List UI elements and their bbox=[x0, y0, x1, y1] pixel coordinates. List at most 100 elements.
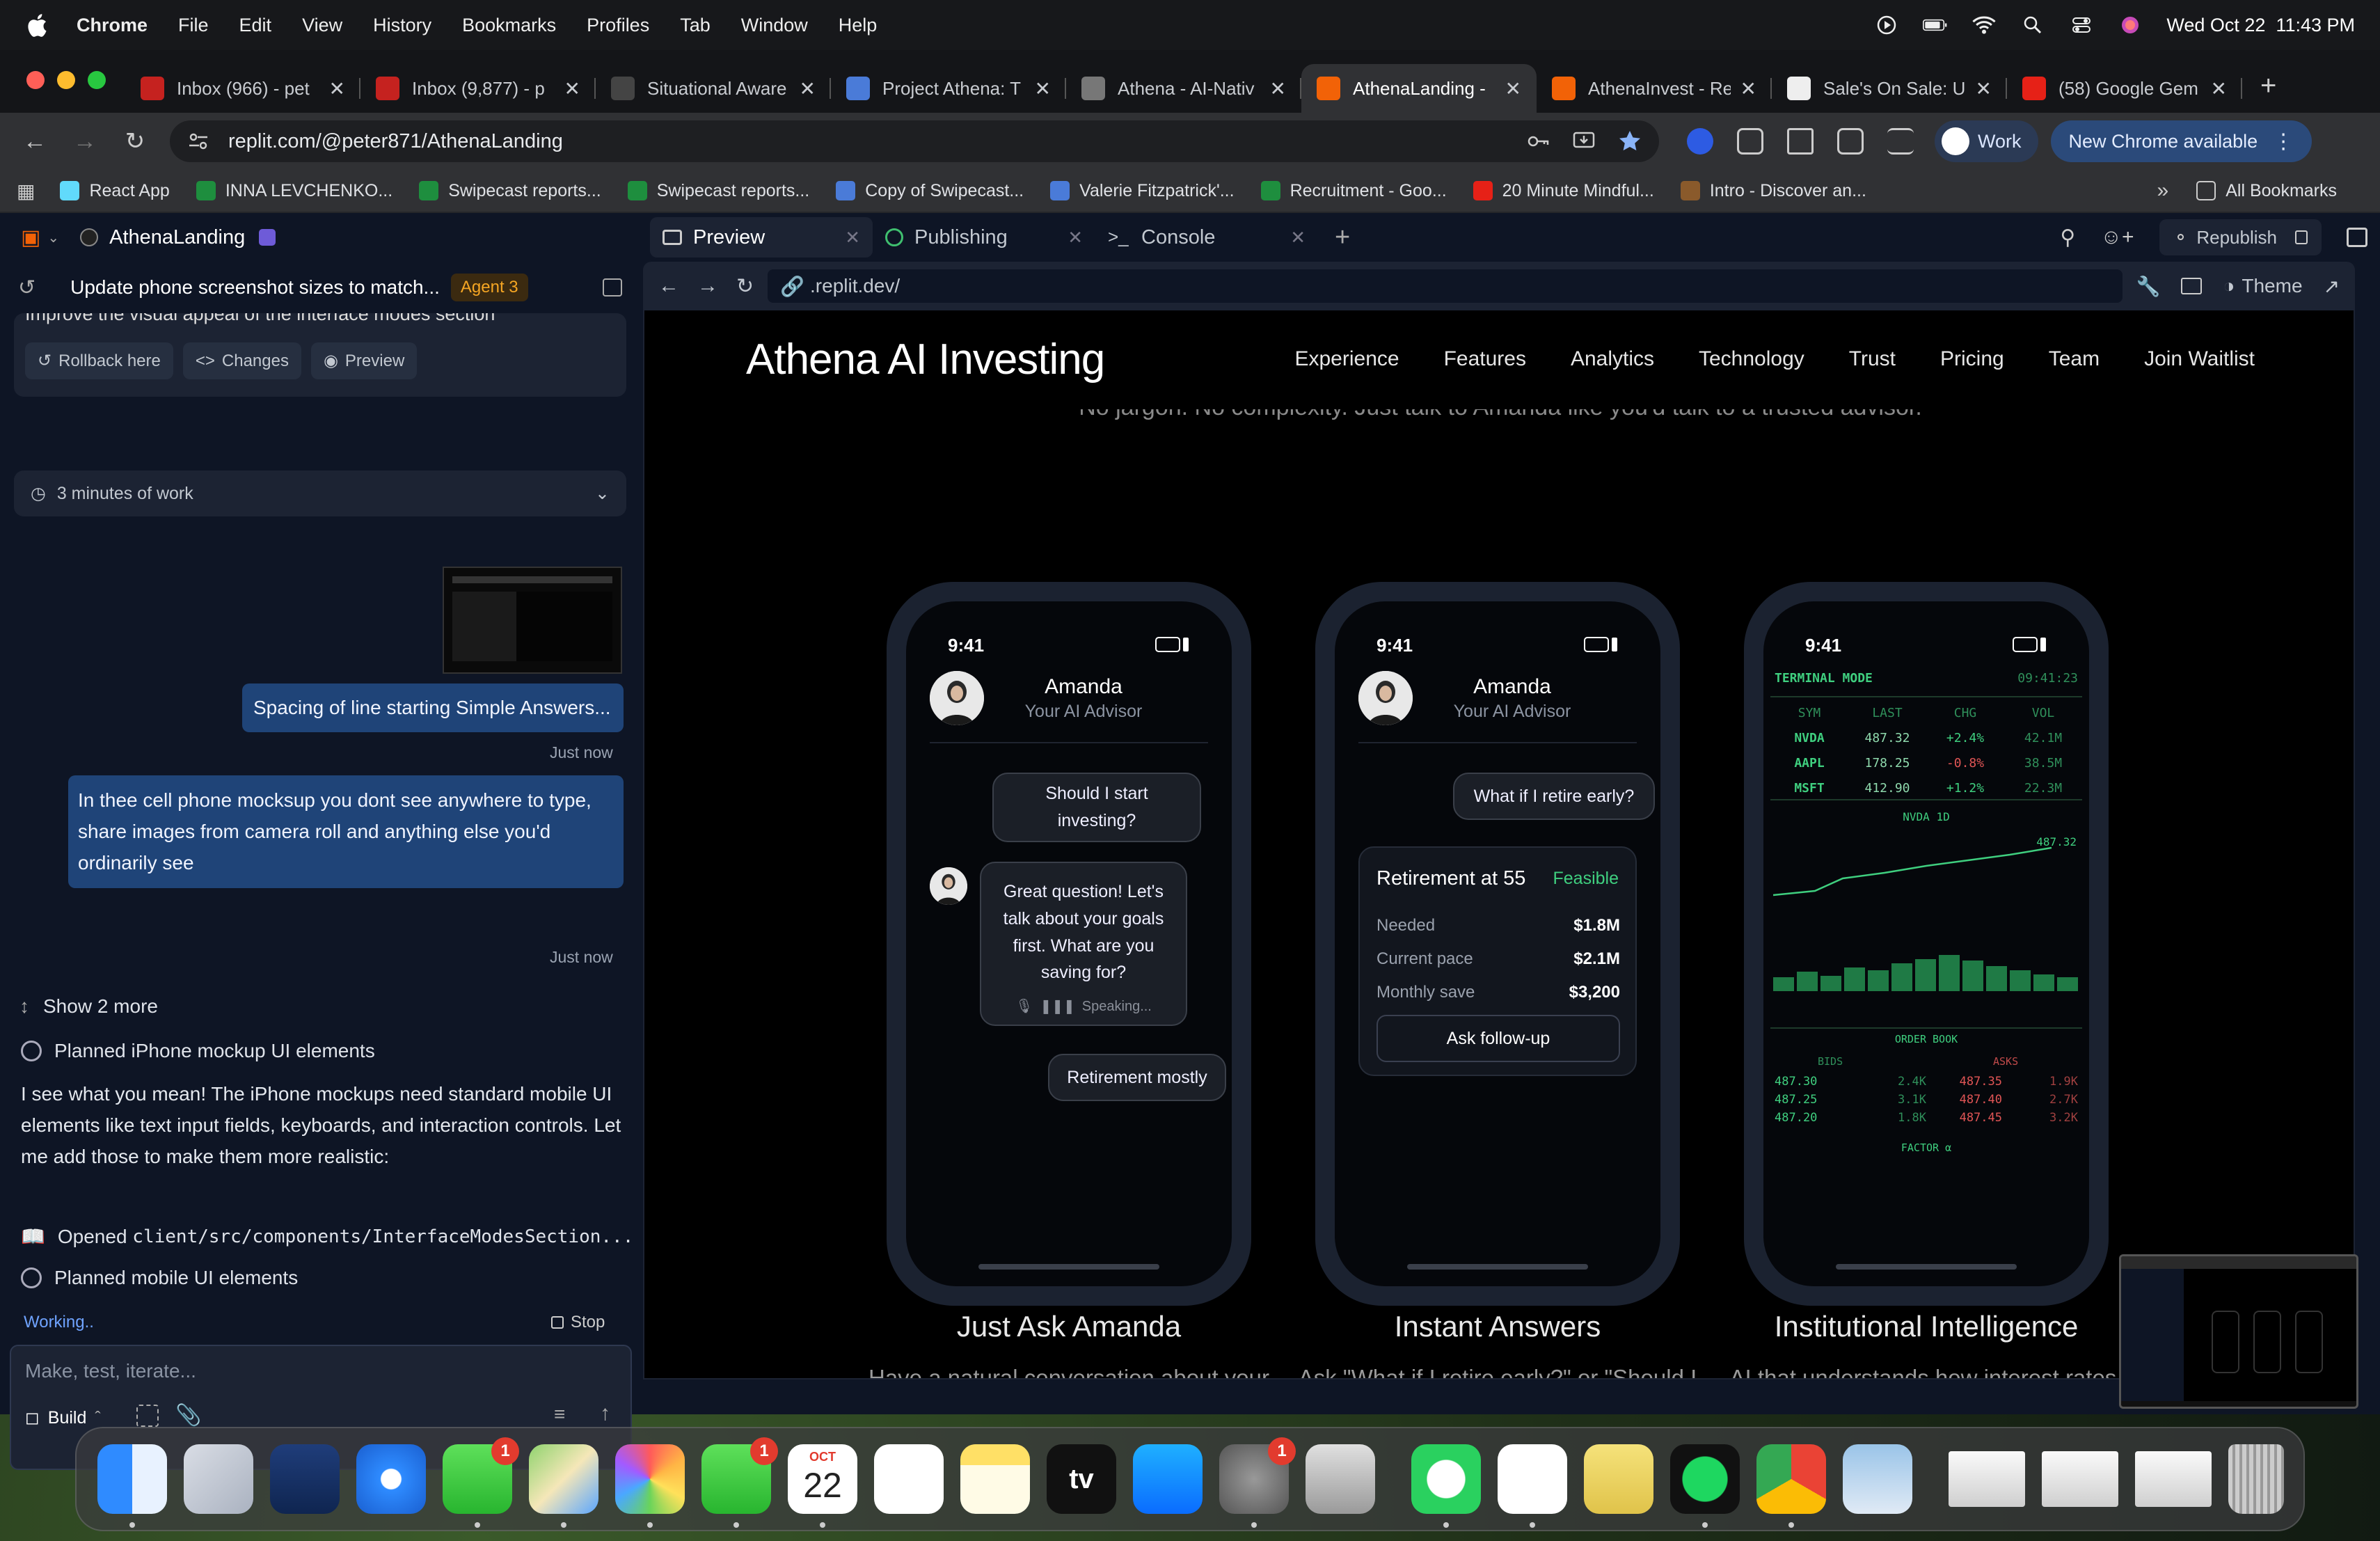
changes-button[interactable]: <> Changes bbox=[182, 342, 301, 379]
tab-preview[interactable]: Preview ✕ bbox=[650, 217, 873, 258]
browser-tab[interactable]: Situational Aware ✕ bbox=[596, 64, 831, 113]
settings-sliders-icon[interactable]: ≡ bbox=[554, 1403, 565, 1425]
browser-tab[interactable]: AthenaLanding - ✕ bbox=[1301, 64, 1537, 113]
install-app-icon[interactable] bbox=[1571, 129, 1596, 154]
browser-tab[interactable]: Athena - AI-Nativ ✕ bbox=[1066, 64, 1301, 113]
apple-logo-icon[interactable] bbox=[25, 12, 49, 38]
attach-paperclip-icon[interactable]: 📎 bbox=[175, 1403, 201, 1428]
menu-tab[interactable]: Tab bbox=[680, 15, 711, 36]
dock-reminders-icon[interactable] bbox=[874, 1444, 944, 1514]
tab-publishing[interactable]: Publishing ✕ bbox=[873, 217, 1095, 258]
preview-back-icon[interactable]: ← bbox=[658, 274, 679, 298]
chevron-down-icon[interactable]: ⌄ bbox=[47, 229, 59, 246]
dock-trash-icon[interactable] bbox=[2228, 1444, 2284, 1514]
dock-spotify-icon[interactable] bbox=[1670, 1444, 1740, 1528]
chrome-update-button[interactable]: New Chrome available ⋮ bbox=[2050, 120, 2312, 162]
chat-input-placeholder[interactable]: Make, test, iterate... bbox=[25, 1360, 196, 1382]
preview-reload-icon[interactable]: ↻ bbox=[736, 274, 754, 299]
dock-finder-icon[interactable] bbox=[97, 1444, 167, 1528]
rollback-button[interactable]: ↺ Rollback here bbox=[25, 342, 173, 379]
dock-maps-icon[interactable] bbox=[529, 1444, 598, 1528]
new-chat-icon[interactable] bbox=[603, 278, 622, 297]
bookmark-item[interactable]: Valerie Fitzpatrick'... bbox=[1050, 181, 1235, 201]
replit-logo-icon[interactable]: ▣ bbox=[21, 226, 40, 250]
preview-forward-icon[interactable]: → bbox=[697, 274, 718, 298]
open-new-window-icon[interactable]: ↗ bbox=[2324, 275, 2340, 298]
dock-window-minimized-icon[interactable] bbox=[2042, 1451, 2118, 1507]
bookmark-item[interactable]: Copy of Swipecast... bbox=[836, 181, 1024, 201]
dock-stickies-icon[interactable] bbox=[1584, 1444, 1653, 1514]
play-circle-icon[interactable] bbox=[1874, 15, 1899, 35]
close-tab-icon[interactable]: ✕ bbox=[1035, 77, 1051, 100]
profile-button[interactable]: Work bbox=[1935, 120, 2038, 162]
nav-link-features[interactable]: Features bbox=[1444, 347, 1526, 371]
address-bar[interactable]: replit.com/@peter871/AthenaLanding bbox=[170, 120, 1659, 162]
stop-button[interactable]: Stop bbox=[551, 1313, 605, 1332]
menu-history[interactable]: History bbox=[373, 15, 431, 36]
nav-link-trust[interactable]: Trust bbox=[1849, 347, 1896, 371]
media-controls-icon[interactable] bbox=[1887, 128, 1914, 155]
wifi-icon[interactable] bbox=[1972, 15, 1997, 35]
menu-app-name[interactable]: Chrome bbox=[77, 15, 148, 36]
close-tab-icon[interactable]: ✕ bbox=[1740, 77, 1756, 100]
preview-url-field[interactable]: 🔗 .replit.dev/ bbox=[768, 269, 2123, 303]
menubar-clock[interactable]: Wed Oct 22 11:43 PM bbox=[2166, 15, 2355, 36]
close-tab-icon[interactable]: ✕ bbox=[564, 77, 580, 100]
dock-notes-icon[interactable] bbox=[960, 1444, 1030, 1514]
dock-safari-icon[interactable] bbox=[356, 1444, 426, 1514]
devtools-wrench-icon[interactable]: 🔧 bbox=[2136, 275, 2161, 298]
close-window-button[interactable] bbox=[26, 71, 45, 89]
nav-link-experience[interactable]: Experience bbox=[1294, 347, 1399, 371]
dock-window-minimized-2-icon[interactable] bbox=[2135, 1451, 2212, 1507]
bookmark-item[interactable]: Intro - Discover an... bbox=[1680, 181, 1866, 201]
all-bookmarks-button[interactable]: All Bookmarks bbox=[2196, 181, 2337, 201]
address-text[interactable]: replit.com/@peter871/AthenaLanding bbox=[228, 130, 563, 153]
work-duration-row[interactable]: ◷ 3 minutes of work ⌄ bbox=[14, 471, 626, 516]
close-tab-icon[interactable]: ✕ bbox=[1290, 227, 1306, 248]
menu-profiles[interactable]: Profiles bbox=[587, 15, 649, 36]
dock-whatsapp-icon[interactable] bbox=[1411, 1444, 1481, 1528]
bookmark-item[interactable]: INNA LEVCHENKO... bbox=[196, 181, 392, 201]
close-tab-icon[interactable]: ✕ bbox=[329, 77, 345, 100]
siri-icon[interactable] bbox=[2118, 15, 2143, 35]
browser-tab[interactable]: Project Athena: T ✕ bbox=[831, 64, 1066, 113]
invite-user-icon[interactable]: ☺+ bbox=[2100, 226, 2134, 249]
close-tab-icon[interactable]: ✕ bbox=[1068, 227, 1083, 248]
dock-messages-icon[interactable]: 1 bbox=[443, 1437, 519, 1528]
zoom-extension-icon[interactable] bbox=[1687, 128, 1713, 155]
menu-file[interactable]: File bbox=[178, 15, 209, 36]
preview-button[interactable]: ◉ Preview bbox=[310, 342, 418, 379]
menu-help[interactable]: Help bbox=[839, 15, 878, 36]
republish-button[interactable]: ⚬ Republish bbox=[2159, 219, 2322, 255]
add-tab-icon[interactable]: + bbox=[1335, 223, 1350, 253]
site-brand[interactable]: Athena AI Investing bbox=[746, 335, 1105, 384]
dock-system-settings-icon[interactable]: 1 bbox=[1219, 1437, 1296, 1528]
close-tab-icon[interactable]: ✕ bbox=[1976, 77, 1992, 100]
project-name[interactable]: AthenaLanding bbox=[109, 226, 245, 249]
dock-chrome-icon[interactable] bbox=[1756, 1444, 1826, 1528]
menu-window[interactable]: Window bbox=[741, 15, 808, 36]
browser-tab[interactable]: AthenaInvest - Re ✕ bbox=[1537, 64, 1772, 113]
zoom-window-button[interactable] bbox=[88, 71, 106, 89]
history-icon[interactable]: ↺ bbox=[18, 276, 35, 300]
bookmark-item[interactable]: Swipecast reports... bbox=[419, 181, 601, 201]
dock-slack-icon[interactable] bbox=[1498, 1444, 1567, 1528]
select-element-icon[interactable] bbox=[136, 1405, 159, 1427]
dock-apple-tv-icon[interactable]: tv bbox=[1047, 1444, 1116, 1514]
more-menu-icon[interactable]: ⋮ bbox=[2273, 129, 2294, 154]
bookmark-item[interactable]: Recruitment - Goo... bbox=[1260, 181, 1447, 201]
device-toggle-icon[interactable] bbox=[2181, 278, 2203, 294]
send-arrow-icon[interactable]: ↑ bbox=[600, 1402, 610, 1425]
dock-photos-icon[interactable] bbox=[615, 1444, 685, 1528]
close-tab-icon[interactable]: ✕ bbox=[1270, 77, 1286, 100]
theme-button[interactable]: Theme bbox=[2242, 275, 2302, 297]
screenshot-preview-thumbnail[interactable] bbox=[2119, 1254, 2358, 1409]
close-tab-icon[interactable]: ✕ bbox=[845, 227, 860, 248]
search-icon[interactable]: ⚲ bbox=[2060, 226, 2075, 250]
extensions-puzzle-icon[interactable] bbox=[1787, 128, 1814, 155]
dock-app-store-icon[interactable] bbox=[1133, 1444, 1203, 1514]
browser-tab[interactable]: Sale's On Sale: U ✕ bbox=[1772, 64, 2007, 113]
ask-follow-up-button[interactable]: Ask follow-up bbox=[1377, 1015, 1620, 1062]
menu-bookmarks[interactable]: Bookmarks bbox=[462, 15, 556, 36]
apps-grid-icon[interactable]: ▦ bbox=[17, 180, 35, 203]
